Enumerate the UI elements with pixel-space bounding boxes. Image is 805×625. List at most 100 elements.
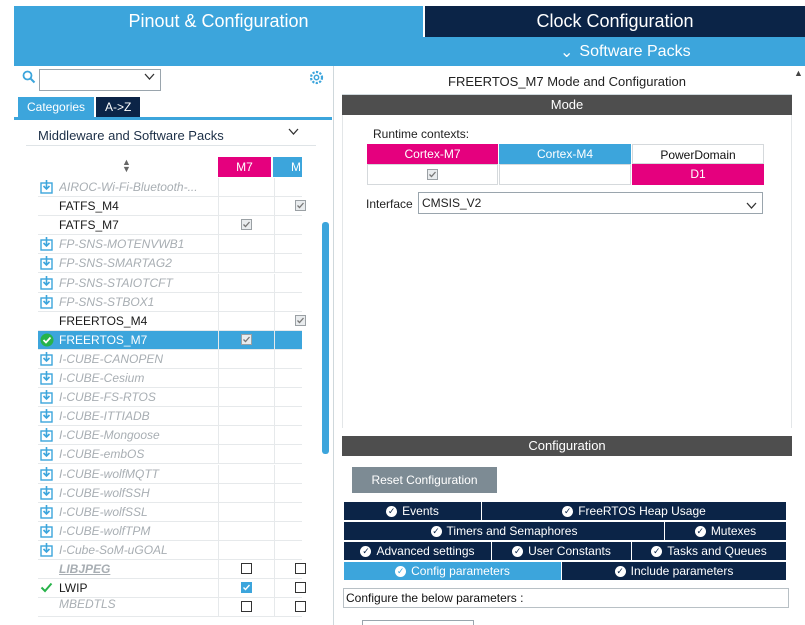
tab-mutexes[interactable]: ✓ Mutexes [665,522,787,541]
tab-a-z[interactable]: A->Z [96,97,141,117]
sort-icon[interactable]: ▲ ▼ [122,158,131,174]
search-parameter-field[interactable] [362,620,474,625]
tab-tasks-queues[interactable]: ✓ Tasks and Queues [632,542,787,561]
table-row[interactable]: I-CUBE-wolfSSH [38,483,302,503]
tab-clock-configuration[interactable]: Clock Configuration [425,6,805,37]
table-row[interactable]: FP-SNS-MOTENVWB1 [38,235,302,255]
download-icon [40,294,53,309]
tab-user-constants[interactable]: ✓ User Constants [492,542,632,561]
m4-cell [274,388,302,408]
tab-timers-label: Timers and Semaphores [446,524,578,538]
table-row[interactable]: I-Cube-SoM-uGOAL [38,540,302,560]
scrollbar-thumb[interactable] [322,222,329,454]
check-circle-icon: ✓ [651,545,663,557]
reset-configuration-button[interactable]: Reset Configuration [352,467,497,493]
tab-include-parameters[interactable]: ✓ Include parameters [562,562,787,581]
tab-config-parameters[interactable]: ✓ Config parameters [344,562,562,581]
checkbox[interactable] [241,219,252,231]
checkbox[interactable] [295,582,306,594]
m4-cell [274,502,302,522]
download-icon [40,447,53,462]
table-row[interactable]: I-CUBE-Cesium [38,369,302,388]
download-icon [40,485,53,500]
table-row[interactable]: I-CUBE-ITTIADB [38,407,302,427]
power-domain-value[interactable]: D1 [632,164,764,185]
checkbox[interactable] [241,333,252,345]
checkbox[interactable] [295,601,306,613]
table-row[interactable]: LWIP [38,579,306,599]
m4-cell [274,254,302,274]
check-circle-icon: ✓ [360,545,372,557]
component-name: FP-SNS-STBOX1 [59,294,155,309]
table-row[interactable]: I-CUBE-Mongoose [38,426,302,446]
check-circle-icon: ✓ [386,505,398,517]
gear-icon[interactable] [308,69,325,91]
m7-cell [218,483,274,503]
m4-cell [274,579,306,599]
check-circle-icon: ✓ [512,545,524,557]
table-row[interactable]: FP-SNS-STBOX1 [38,292,302,312]
download-icon [40,428,53,442]
chevron-down-icon[interactable] [144,72,155,84]
context-cortex-m4: Cortex-M4 [499,144,631,164]
table-row[interactable]: FP-SNS-STAIOTCFT [38,273,302,293]
tab-events[interactable]: ✓ Events [344,502,482,521]
table-row[interactable]: LIBJPEG [38,560,306,579]
column-header-m4[interactable]: M [273,157,302,177]
table-row[interactable]: FATFS_M4 [38,197,306,217]
component-name: FREERTOS_M7 [59,332,148,347]
software-packs-menu[interactable]: ⌄ Software Packs [560,37,691,66]
table-row[interactable]: I-CUBE-CANOPEN [38,349,302,369]
download-icon [40,180,53,194]
table-row[interactable]: I-CUBE-wolfSSL [38,502,302,522]
checkbox[interactable] [295,200,306,212]
tab-include-params-label: Include parameters [630,564,734,578]
context-power-domain: PowerDomain [632,144,764,164]
configuration-header: Configuration [342,436,792,456]
m7-cell [218,311,274,331]
checkbox[interactable] [241,563,252,574]
tab-pinout-configuration[interactable]: Pinout & Configuration [14,6,423,37]
m7-cell [218,349,274,369]
checkbox[interactable] [241,601,252,613]
table-row[interactable]: I-CUBE-FS-RTOS [38,388,302,408]
cortex-m7-checkbox[interactable] [427,169,438,180]
m4-cell [274,349,302,369]
table-row[interactable]: FREERTOS_M4 [38,311,306,331]
checkbox[interactable] [295,314,306,326]
search-input[interactable] [39,69,161,91]
checkbox[interactable] [241,582,252,594]
mode-config-title: FREERTOS_M7 Mode and Configuration [342,68,792,95]
m7-cell [218,540,274,560]
chevron-down-icon[interactable] [288,125,299,139]
component-name: I-CUBE-embOS [59,447,145,462]
table-row[interactable]: I-CUBE-wolfMQTT [38,464,302,484]
table-row[interactable]: AIROC-Wi-Fi-Bluetooth-... [38,178,302,197]
component-name: I-CUBE-wolfTPM [59,523,151,538]
checkbox[interactable] [295,563,306,574]
component-name: LIBJPEG [59,562,111,576]
component-name: I-CUBE-Mongoose [59,428,160,443]
tab-timers-semaphores[interactable]: ✓ Timers and Semaphores [344,522,665,541]
search-icon[interactable] [22,70,36,87]
cortex-m7-cell [367,164,498,185]
cortex-m4-cell[interactable] [499,164,631,185]
scroll-up-icon[interactable]: ▲ [794,68,803,78]
table-row[interactable]: FREERTOS_M7 [38,330,302,350]
tab-advanced-settings[interactable]: ✓ Advanced settings [344,542,492,561]
table-row[interactable]: MBEDTLS [38,597,306,618]
component-name: FP-SNS-STAIOTCFT [59,275,173,290]
table-row[interactable]: I-CUBE-embOS [38,445,302,465]
tab-freertos-heap-usage[interactable]: ✓ FreeRTOS Heap Usage [482,502,787,521]
component-name: I-CUBE-wolfMQTT [59,466,159,481]
table-row[interactable]: I-CUBE-wolfTPM [38,521,302,541]
tab-categories[interactable]: Categories [18,97,95,117]
m7-cell [218,292,274,312]
column-header-m7[interactable]: M7 [218,157,271,177]
table-row[interactable]: FATFS_M7 [38,216,302,236]
table-row[interactable]: FP-SNS-SMARTAG2 [38,254,302,274]
software-packs-label: Software Packs [579,42,691,60]
interface-select[interactable]: CMSIS_V2 [418,192,763,214]
m7-cell [218,178,274,197]
component-name: FATFS_M7 [59,218,119,233]
